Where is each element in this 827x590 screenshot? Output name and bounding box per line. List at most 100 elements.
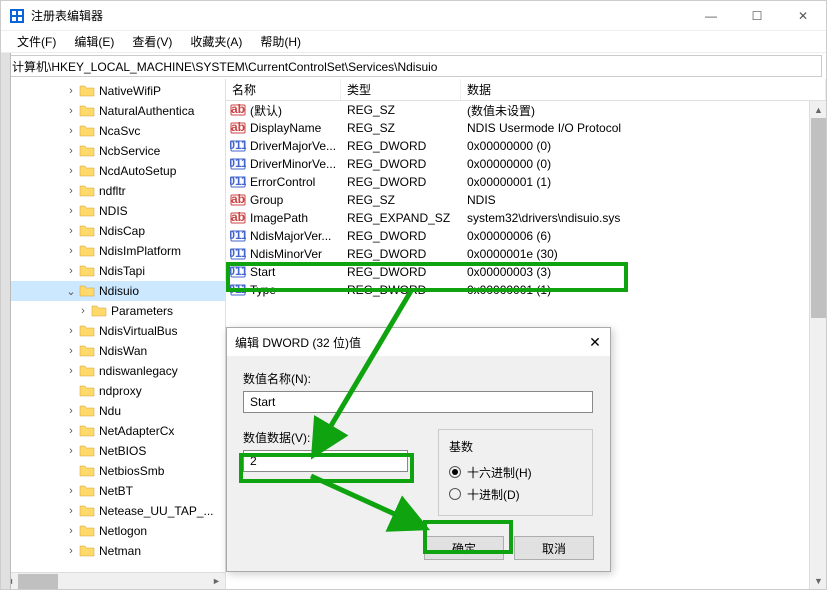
tree-expander-icon[interactable]: › [65,445,77,457]
address-bar[interactable]: 计算机\HKEY_LOCAL_MACHINE\SYSTEM\CurrentCon… [5,55,822,77]
column-header-name[interactable]: 名称 [226,79,341,100]
list-row[interactable]: 011DriverMinorVe...REG_DWORD0x00000000 (… [226,155,826,173]
tree-item-ndiswan[interactable]: ›NdisWan [1,341,225,361]
column-header-type[interactable]: 类型 [341,79,461,100]
list-row[interactable]: abImagePathREG_EXPAND_SZsystem32\drivers… [226,209,826,227]
tree-item-nativewifip[interactable]: ›NativeWifiP [1,81,225,101]
tree-item-netbt[interactable]: ›NetBT [1,481,225,501]
list-row[interactable]: ab(默认)REG_SZ(数值未设置) [226,101,826,119]
value-type: REG_DWORD [341,175,461,189]
menu-file[interactable]: 文件(F) [9,31,64,52]
tree-item-netman[interactable]: ›Netman [1,541,225,561]
tree-expander-icon[interactable]: › [65,345,77,357]
tree-expander-icon[interactable]: › [65,265,77,277]
maximize-button[interactable]: ☐ [734,1,780,31]
tree-item-ndistapi[interactable]: › NdisTapi [1,261,225,281]
tree-item-netease-uu-tap-[interactable]: ›Netease_UU_TAP_... [1,501,225,521]
tree-item-ndiswanlegacy[interactable]: ›ndiswanlegacy [1,361,225,381]
scroll-thumb-horizontal[interactable] [18,574,58,589]
tree-expander-icon[interactable]: ⌄ [65,285,77,298]
list-row[interactable]: 011StartREG_DWORD0x00000003 (3) [226,263,826,281]
close-button[interactable]: ✕ [780,1,826,31]
tree-item-ncbservice[interactable]: ›NcbService [1,141,225,161]
tree-item-netlogon[interactable]: ›Netlogon [1,521,225,541]
scroll-right-button[interactable]: ► [208,573,225,590]
radio-hex-row[interactable]: 十六进制(H) [449,461,582,483]
list-scrollbar-vertical[interactable]: ▲ ▼ [809,101,826,589]
folder-icon [79,504,95,518]
tree-expander-icon[interactable]: › [65,545,77,557]
tree-item-ndis[interactable]: ›NDIS [1,201,225,221]
menu-help[interactable]: 帮助(H) [252,31,309,52]
tree-item-ndiscap[interactable]: ›NdisCap [1,221,225,241]
dialog-close-button[interactable]: ✕ [580,334,610,351]
value-name: Group [250,193,283,207]
tree-expander-icon[interactable]: › [65,365,77,377]
tree-expander-icon[interactable]: › [65,525,77,537]
input-value-data[interactable] [243,450,408,472]
cancel-button[interactable]: 取消 [514,536,594,560]
list-row[interactable]: abDisplayNameREG_SZNDIS Usermode I/O Pro… [226,119,826,137]
list-row[interactable]: 011DriverMajorVe...REG_DWORD0x00000000 (… [226,137,826,155]
column-header-data[interactable]: 数据 [461,79,826,100]
tree-item-ncasvc[interactable]: ›NcaSvc [1,121,225,141]
tree-item-ndisvirtualbus[interactable]: ›NdisVirtualBus [1,321,225,341]
tree-item-ndisuio[interactable]: ⌄Ndisuio [1,281,225,301]
menu-favorites[interactable]: 收藏夹(A) [182,31,250,52]
tree-item-naturalauthentica[interactable]: ›NaturalAuthentica [1,101,225,121]
list-row[interactable]: 011TypeREG_DWORD0x00000001 (1) [226,281,826,299]
tree-scrollbar-horizontal[interactable]: ◄ ► [1,572,225,589]
value-name: NdisMajorVer... [250,229,331,243]
tree-item-ndproxy[interactable]: ndproxy [1,381,225,401]
value-name: (默认) [250,102,282,119]
tree-item-label: ndproxy [99,384,142,398]
tree-item-netbios[interactable]: ›NetBIOS [1,441,225,461]
tree-expander-icon[interactable]: › [65,145,77,157]
list-row[interactable]: abGroupREG_SZNDIS [226,191,826,209]
registry-tree[interactable]: ›NativeWifiP›NaturalAuthentica›NcaSvc›Nc… [1,79,225,561]
tree-expander-icon[interactable]: › [77,305,89,317]
tree-expander-icon[interactable]: › [65,165,77,177]
folder-icon [79,164,95,178]
svg-text:ab: ab [231,103,245,116]
tree-item-netadaptercx[interactable]: ›NetAdapterCx [1,421,225,441]
tree-expander-icon[interactable]: › [65,245,77,257]
radio-dec-label: 十进制(D) [467,486,520,503]
tree-item-ndisimplatform[interactable]: ›NdisImPlatform [1,241,225,261]
input-value-name[interactable] [243,391,593,413]
scroll-up-button[interactable]: ▲ [810,101,826,118]
tree-expander-icon[interactable]: › [65,225,77,237]
tree-expander-icon[interactable]: › [65,425,77,437]
folder-icon [79,464,95,478]
value-type: REG_SZ [341,193,461,207]
tree-expander-icon[interactable]: › [65,505,77,517]
binary-value-icon: 011 [230,175,246,189]
tree-item-ndfltr[interactable]: ›ndfltr [1,181,225,201]
menu-edit[interactable]: 编辑(E) [66,31,122,52]
tree-expander-icon[interactable]: › [65,405,77,417]
tree-item-ncdautosetup[interactable]: ›NcdAutoSetup [1,161,225,181]
tree-expander-icon[interactable]: › [65,485,77,497]
radio-dec-row[interactable]: 十进制(D) [449,483,582,505]
tree-expander-icon[interactable]: › [65,105,77,117]
tree-item-label: NdisTapi [99,264,145,278]
tree-expander-icon[interactable]: › [65,125,77,137]
tree-expander-icon[interactable]: › [65,185,77,197]
menu-view[interactable]: 查看(V) [124,31,180,52]
tree-expander-icon[interactable]: › [65,205,77,217]
list-row[interactable]: 011NdisMinorVerREG_DWORD0x0000001e (30) [226,245,826,263]
svg-text:011: 011 [230,157,246,170]
scroll-thumb-vertical[interactable] [811,118,826,318]
minimize-button[interactable]: — [688,1,734,31]
scroll-down-button[interactable]: ▼ [810,572,826,589]
value-name: Start [250,265,275,279]
tree-item-netbiossmb[interactable]: NetbiosSmb [1,461,225,481]
list-row[interactable]: 011ErrorControlREG_DWORD0x00000001 (1) [226,173,826,191]
value-type: REG_SZ [341,103,461,117]
list-row[interactable]: 011NdisMajorVer...REG_DWORD0x00000006 (6… [226,227,826,245]
tree-expander-icon[interactable]: › [65,85,77,97]
tree-expander-icon[interactable]: › [65,325,77,337]
tree-item-ndu[interactable]: ›Ndu [1,401,225,421]
ok-button[interactable]: 确定 [424,536,504,560]
tree-item-parameters[interactable]: ›Parameters [1,301,225,321]
